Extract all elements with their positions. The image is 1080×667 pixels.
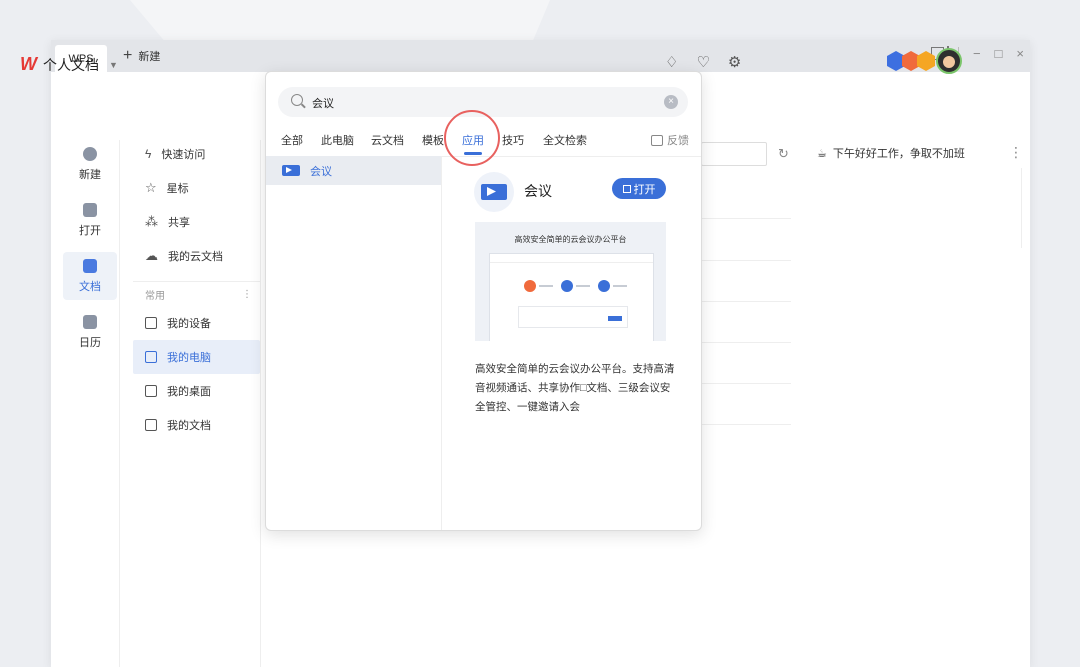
star-icon: ☆ [145, 180, 157, 195]
nav-documents[interactable]: 文档 [63, 252, 117, 300]
tab-tips[interactable]: 技巧 [502, 132, 524, 148]
settings-icon[interactable]: ⚙ [728, 53, 741, 71]
coffee-icon: ☕ [817, 147, 827, 160]
plus-icon: + [123, 47, 133, 64]
section-label: 常用 [145, 290, 165, 302]
subnav-cloud-docs[interactable]: ☁ 我的云文档 [133, 239, 260, 273]
page-title: 个人文档 [43, 56, 99, 73]
background-search-field[interactable] [701, 142, 767, 166]
subnav-my-documents[interactable]: 我的文档 [133, 408, 260, 442]
share-icon: ⁂ [145, 214, 158, 229]
search-popup: 会议 × 全部 此电脑 云文档 模板 应用 技巧 全文检索 反馈 会议 会议 打… [265, 71, 702, 531]
tab-templates[interactable]: 模板 [422, 132, 444, 148]
header-icons: ♢ ♡ ⚙ [665, 53, 741, 71]
external-link-icon [622, 184, 631, 193]
refresh-icon[interactable]: ↻ [778, 146, 789, 162]
app-preview-image: 高效安全简单的云会议办公平台 [475, 222, 666, 341]
nav-label: 日历 [79, 336, 101, 349]
subnav-shared[interactable]: ⁂ 共享 [133, 205, 260, 239]
video-camera-icon [481, 184, 507, 200]
nav-open[interactable]: 打开 [63, 196, 117, 244]
subnav-label: 我的设备 [167, 318, 211, 330]
cloud-icon: ☁ [145, 248, 158, 263]
subnav-quick-access[interactable]: ϟ 快速访问 [133, 137, 260, 171]
desktop-icon [145, 385, 157, 397]
result-item-meeting[interactable]: 会议 [266, 156, 441, 185]
close-icon[interactable]: × [1016, 46, 1024, 61]
nav-label: 文档 [79, 280, 101, 293]
folder-doc-icon [145, 419, 157, 431]
tab-all[interactable]: 全部 [281, 132, 303, 148]
app-name: 会议 [524, 183, 552, 199]
plus-circle-icon [83, 146, 97, 161]
nav-divider [119, 140, 120, 667]
tab-this-computer[interactable]: 此电脑 [321, 132, 354, 148]
subnav-label: 我的电脑 [167, 352, 211, 364]
app-icon [474, 172, 514, 212]
subnav-my-computer[interactable]: 我的电脑 [133, 340, 260, 374]
tab-fulltext-search[interactable]: 全文检索 [543, 132, 587, 148]
app-detail: 会议 打开 高效安全简单的云会议办公平台 高效安全简单的云会议办公平台。支持高清… [442, 156, 700, 530]
computer-icon [145, 351, 157, 363]
device-icon [145, 317, 157, 329]
left-nav: 新建 打开 文档 日历 [57, 140, 125, 364]
caret-down-icon: ▼ [109, 59, 118, 70]
subnav-my-device[interactable]: 我的设备 [133, 306, 260, 340]
subnav-label: 共享 [168, 217, 190, 229]
subnav-label: 我的云文档 [168, 251, 223, 263]
subnav-label: 星标 [166, 183, 189, 195]
sub-nav: ϟ 快速访问 ☆ 星标 ⁂ 共享 ☁ 我的云文档 常用 ⋮ 我的设备 我的电脑 … [133, 137, 260, 442]
bolt-icon: ϟ [145, 147, 152, 161]
preview-window [489, 253, 654, 341]
preview-title: 高效安全简单的云会议办公平台 [514, 235, 627, 244]
headset-icon[interactable]: ♢ [665, 53, 678, 71]
nav-label: 新建 [79, 168, 101, 181]
nav-label: 打开 [79, 224, 101, 237]
search-icon [291, 94, 303, 106]
more-menu-icon[interactable]: ⋮ [1009, 144, 1023, 161]
section-common: 常用 ⋮ [133, 281, 260, 306]
subnav-my-desktop[interactable]: 我的桌面 [133, 374, 260, 408]
subnav-label: 我的文档 [167, 420, 211, 432]
subnav-label: 快速访问 [161, 149, 206, 161]
greeting-text: 下午好好工作，争取不加班 [832, 148, 965, 160]
open-button-label: 打开 [633, 183, 656, 196]
open-button[interactable]: 打开 [612, 178, 666, 199]
feedback-button[interactable]: 反馈 [651, 132, 689, 148]
greeting: ☕ 下午好好工作，争取不加班 [817, 145, 965, 161]
crown-badge-icon[interactable] [917, 51, 935, 71]
avatar[interactable] [936, 48, 962, 74]
video-camera-icon [282, 165, 300, 176]
calendar-icon [83, 314, 97, 329]
panel-divider [1021, 168, 1022, 248]
result-label: 会议 [310, 165, 332, 178]
feedback-icon [651, 134, 663, 146]
app-description: 高效安全简单的云会议办公平台。支持高清音视频通话、共享协作□文档、三级会议安全管… [475, 363, 675, 413]
nav-calendar[interactable]: 日历 [63, 308, 117, 356]
more-icon[interactable]: ⋮ [242, 289, 252, 300]
document-icon [83, 258, 97, 273]
nav-new[interactable]: 新建 [63, 140, 117, 188]
header-logo[interactable]: W 个人文档 ▼ [20, 54, 118, 75]
search-query: 会议 [312, 98, 334, 110]
tab-new[interactable]: + 新建 [123, 48, 160, 64]
member-badges [887, 48, 962, 74]
title-bar: WPS + 新建 − □ × [51, 40, 1030, 72]
background-shape [130, 0, 550, 40]
folder-icon [83, 202, 97, 217]
wps-logo-icon: W [20, 54, 37, 74]
minimize-icon[interactable]: − [973, 46, 981, 61]
maximize-icon[interactable]: □ [995, 46, 1003, 61]
tab-cloud-docs[interactable]: 云文档 [371, 132, 404, 148]
subnav-label: 我的桌面 [167, 386, 211, 398]
clear-icon[interactable]: × [664, 95, 678, 109]
shirt-icon[interactable]: ♡ [696, 53, 709, 71]
result-list: 会议 [266, 156, 442, 530]
tab-new-label: 新建 [138, 51, 161, 63]
feedback-label: 反馈 [667, 135, 689, 147]
subnav-divider [260, 140, 261, 667]
subnav-starred[interactable]: ☆ 星标 [133, 171, 260, 205]
